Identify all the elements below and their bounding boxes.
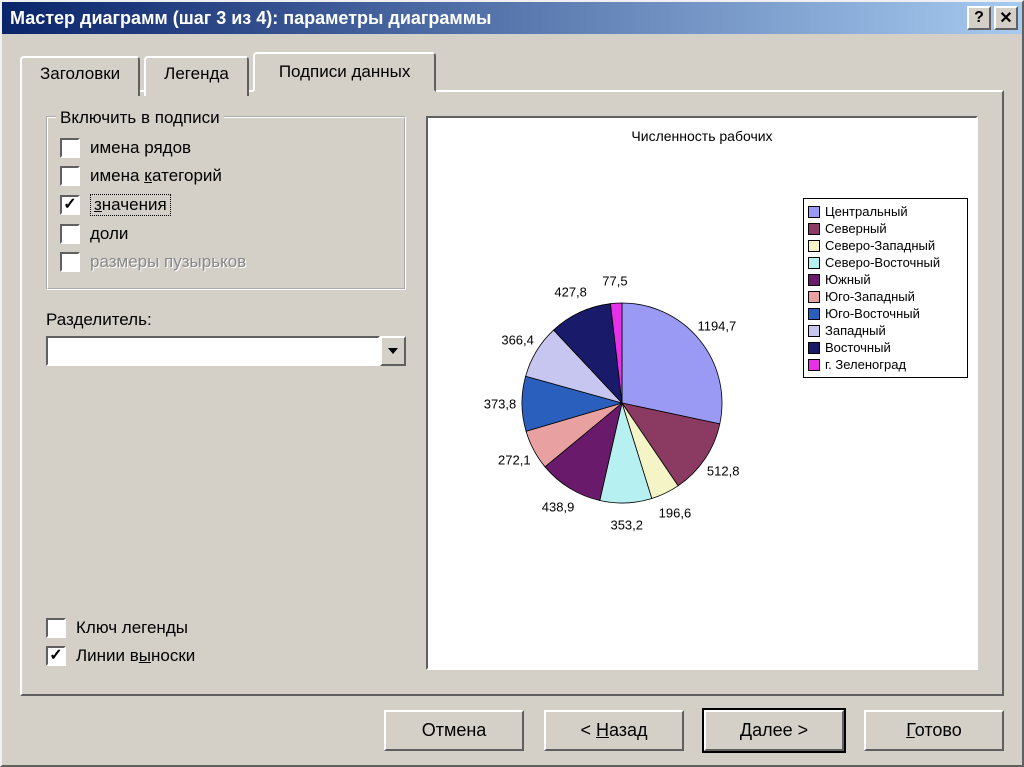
dialog-body: Заголовки Легенда Подписи данных Включит…: [2, 34, 1022, 765]
label-series-names: имена рядов: [90, 138, 191, 158]
checkbox-values[interactable]: [60, 195, 80, 215]
separator-label: Разделитель:: [46, 310, 406, 330]
legend-label: Северный: [825, 221, 887, 236]
separator-input[interactable]: [46, 336, 380, 366]
slice-label: 438,9: [542, 499, 575, 514]
legend-swatch: [808, 223, 820, 235]
button-row: Отмена < Назад Далее > Готово: [20, 696, 1004, 751]
dialog-window: Мастер диаграмм (шаг 3 из 4): параметры …: [0, 0, 1024, 767]
checkbox-bubble-size: [60, 252, 80, 272]
legend-item: г. Зеленоград: [806, 356, 965, 373]
tab-legend[interactable]: Легенда: [144, 56, 249, 96]
legend-item: Южный: [806, 271, 965, 288]
legend-label: Юго-Восточный: [825, 306, 920, 321]
legend-label: Северо-Западный: [825, 238, 935, 253]
tab-panel-data-labels: Включить в подписи имена рядов имена кат…: [20, 90, 1004, 696]
legend-swatch: [808, 291, 820, 303]
groupbox-legend: Включить в подписи: [56, 108, 224, 128]
label-values: значения: [90, 194, 171, 216]
legend-item: Юго-Западный: [806, 288, 965, 305]
slice-label: 366,4: [501, 332, 534, 347]
chart-preview: Численность рабочих 1194,7 512,8 196,6 353,…: [426, 116, 978, 670]
checkbox-leader-lines[interactable]: [46, 646, 66, 666]
legend-item: Юго-Восточный: [806, 305, 965, 322]
cancel-button[interactable]: Отмена: [384, 710, 524, 751]
legend-swatch: [808, 325, 820, 337]
legend-item: Северо-Восточный: [806, 254, 965, 271]
help-button[interactable]: ?: [967, 6, 991, 30]
label-percent: доли: [90, 224, 128, 244]
slice-label: 512,8: [707, 464, 740, 479]
checkbox-series-names[interactable]: [60, 138, 80, 158]
legend-swatch: [808, 206, 820, 218]
legend-swatch: [808, 274, 820, 286]
legend-label: Западный: [825, 323, 886, 338]
checkbox-percent[interactable]: [60, 224, 80, 244]
window-title: Мастер диаграмм (шаг 3 из 4): параметры …: [10, 8, 964, 29]
legend-item: Северо-Западный: [806, 237, 965, 254]
legend-swatch: [808, 257, 820, 269]
close-button[interactable]: ✕: [994, 6, 1018, 30]
separator-combo[interactable]: [46, 336, 406, 366]
label-category-names: имена категорий: [90, 166, 222, 186]
slice-label: 196,6: [659, 505, 692, 520]
chart-legend: Центральный Северный Северо-Западный Северо…: [803, 198, 968, 378]
tab-data-labels[interactable]: Подписи данных: [253, 52, 437, 92]
slice-label: 353,2: [610, 517, 643, 532]
slice-label: 77,5: [602, 274, 627, 289]
legend-item: Восточный: [806, 339, 965, 356]
tab-titles[interactable]: Заголовки: [20, 56, 140, 96]
slice-label: 373,8: [484, 396, 517, 411]
legend-swatch: [808, 308, 820, 320]
chart-title: Численность рабочих: [428, 128, 976, 144]
chart-area: 1194,7 512,8 196,6 353,2 438,9 272,1 373,8 366,…: [448, 168, 796, 638]
titlebar: Мастер диаграмм (шаг 3 из 4): параметры …: [2, 2, 1022, 34]
legend-item: Северный: [806, 220, 965, 237]
slice-label: 272,1: [498, 453, 531, 468]
legend-item: Западный: [806, 322, 965, 339]
next-button[interactable]: Далее >: [704, 710, 844, 751]
legend-label: Южный: [825, 272, 871, 287]
tabstrip: Заголовки Легенда Подписи данных: [20, 52, 1004, 92]
checkbox-category-names[interactable]: [60, 166, 80, 186]
label-legend-key: Ключ легенды: [76, 618, 188, 638]
checkbox-legend-key[interactable]: [46, 618, 66, 638]
label-leader-lines: Линии выноски: [76, 646, 195, 666]
label-bubble-size: размеры пузырьков: [90, 252, 246, 272]
legend-label: Юго-Западный: [825, 289, 915, 304]
legend-swatch: [808, 359, 820, 371]
legend-item: Центральный: [806, 203, 965, 220]
legend-label: г. Зеленоград: [825, 357, 906, 372]
legend-label: Северо-Восточный: [825, 255, 940, 270]
include-in-labels-group: Включить в подписи имена рядов имена кат…: [46, 116, 406, 290]
legend-label: Восточный: [825, 340, 891, 355]
left-column: Включить в подписи имена рядов имена кат…: [46, 116, 406, 670]
slice-label: 427,8: [554, 285, 587, 300]
finish-button[interactable]: Готово: [864, 710, 1004, 751]
legend-label: Центральный: [825, 204, 908, 219]
separator-dropdown-button[interactable]: [380, 336, 406, 366]
legend-swatch: [808, 240, 820, 252]
back-button[interactable]: < Назад: [544, 710, 684, 751]
legend-swatch: [808, 342, 820, 354]
slice-label: 1194,7: [697, 319, 736, 334]
